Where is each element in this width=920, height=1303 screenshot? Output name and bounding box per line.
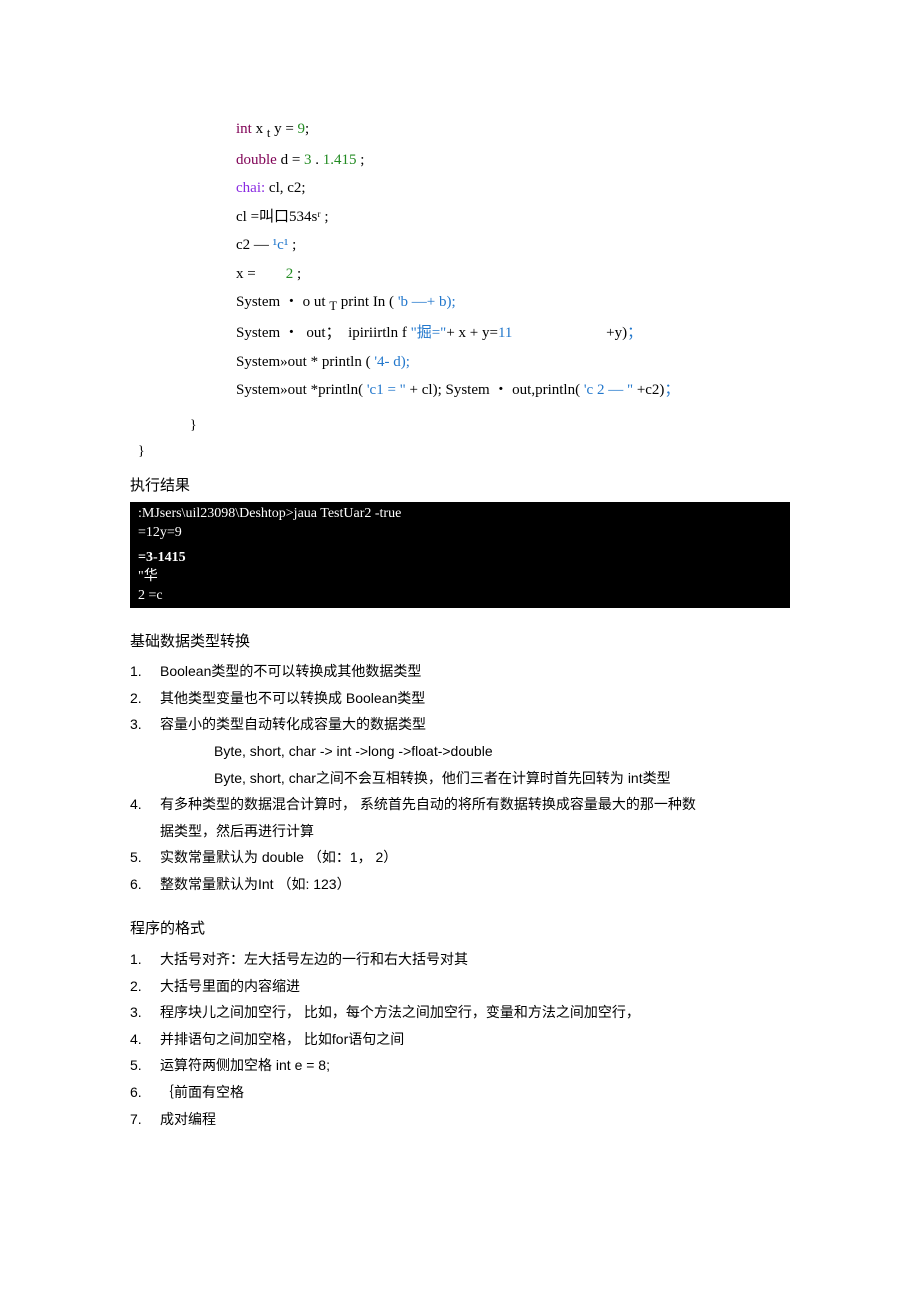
keyword-chai: chai: xyxy=(236,180,265,196)
list-type-conversion: 1.Boolean类型的不可以转换成其他数据类型 2.其他类型变量也不可以转换成… xyxy=(130,658,790,897)
terminal-row-1: :MJsers\uil23098\Deshtop>jaua TestUar2 -… xyxy=(138,505,782,524)
terminal-row-4: "华 xyxy=(138,568,782,587)
list-item: 5.运算符两侧加空格 int e = 8; xyxy=(130,1052,790,1079)
terminal-output: :MJsers\uil23098\Deshtop>jaua TestUar2 -… xyxy=(130,502,790,607)
code-line-4: cl =叫口534sʳ ; xyxy=(236,203,790,232)
list-item: 5.实数常量默认为 double （如：1， 2） xyxy=(130,844,790,871)
list-subitem: Byte, short, char -> int ->long ->float-… xyxy=(160,738,790,765)
list-item: 3.容量小的类型自动转化成容量大的数据类型 Byte, short, char … xyxy=(130,711,790,791)
list-item: 2.其他类型变量也不可以转换成 Boolean类型 xyxy=(130,685,790,712)
list-item: 1.大括号对齐：左大括号左边的一行和右大括号对其 xyxy=(130,946,790,973)
list-item: 6.｛前面有空格 xyxy=(130,1079,790,1106)
code-brace-close-outer: } xyxy=(130,439,790,466)
section-title-program-format: 程序的格式 xyxy=(130,915,790,944)
list-subitem: Byte, short, char之间不会互相转换，他们三者在计算时首先回转为 … xyxy=(160,765,790,792)
terminal-row-2: =12y=9 xyxy=(138,524,782,543)
list-item: 3.程序块儿之间加空行， 比如，每个方法之间加空行，变量和方法之间加空行， xyxy=(130,999,790,1026)
execution-result-label: 执行结果 xyxy=(130,472,790,501)
list-item: 4.有多种类型的数据混合计算时， 系统首先自动的将所有数据转换成容量最大的那一种… xyxy=(130,791,790,844)
code-line-2: double d = 3 . 1.415 ; xyxy=(236,146,790,175)
code-brace-close-inner: } xyxy=(130,413,790,440)
keyword-int: int xyxy=(236,121,252,137)
code-line-8: System ・ out； ipiriirtln f "掘="+ x + y=1… xyxy=(236,319,790,348)
code-line-5: c2 — ¹c¹ ; xyxy=(236,231,790,260)
list-item: 7.成对编程 xyxy=(130,1106,790,1133)
terminal-row-5: 2 =c xyxy=(138,587,782,606)
code-block: int x t y = 9; double d = 3 . 1.415 ; ch… xyxy=(130,115,790,405)
code-line-7: System ・ o ut T print In ( 'b —+ b); xyxy=(236,288,790,319)
list-item: 2.大括号里面的内容缩进 xyxy=(130,973,790,1000)
terminal-row-3: =3-1415 xyxy=(138,549,782,568)
list-item: 4.并排语句之间加空格， 比如for语句之间 xyxy=(130,1026,790,1053)
code-line-9: System»out * println ( '4- d); xyxy=(236,348,790,377)
list-item: 1.Boolean类型的不可以转换成其他数据类型 xyxy=(130,658,790,685)
keyword-double: double xyxy=(236,152,277,168)
section-title-type-conversion: 基础数据类型转换 xyxy=(130,628,790,657)
code-line-6: x = 2 ; xyxy=(236,260,790,289)
list-program-format: 1.大括号对齐：左大括号左边的一行和右大括号对其 2.大括号里面的内容缩进 3.… xyxy=(130,946,790,1132)
code-line-3: chai: cl, c2; xyxy=(236,174,790,203)
list-item-continuation: 据类型，然后再进行计算 xyxy=(160,818,790,845)
code-line-1: int x t y = 9; xyxy=(236,115,790,146)
list-item: 6.整数常量默认为Int （如: 123） xyxy=(130,871,790,898)
code-line-10: System»out *println( 'c1 = " + cl); Syst… xyxy=(236,376,790,405)
